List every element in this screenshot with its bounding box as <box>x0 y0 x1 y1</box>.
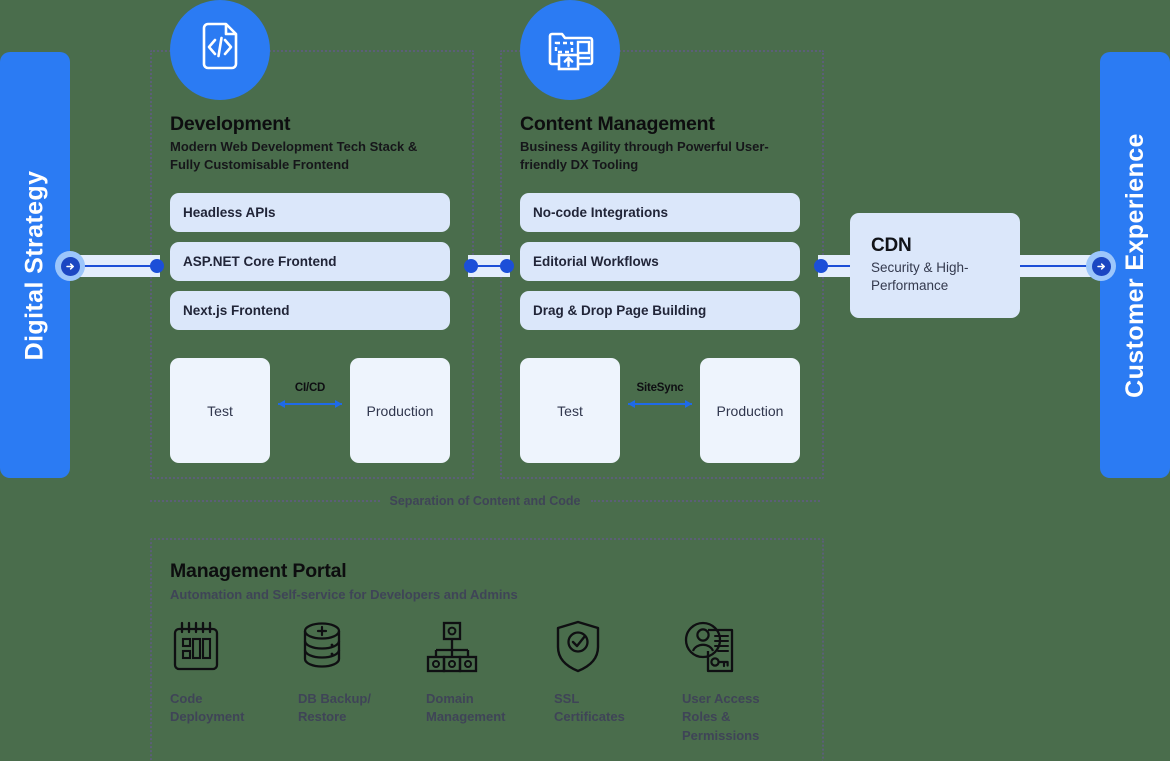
arrow-knob-left <box>55 251 85 281</box>
shield-check-icon <box>554 620 682 676</box>
portal-item-label: Code Deployment <box>170 691 245 725</box>
arrow-right-icon <box>1091 256 1111 276</box>
cdn-subtitle: Security & High-Performance <box>871 260 969 294</box>
feature-pill[interactable]: ASP.NET Core Frontend <box>170 242 450 281</box>
feature-pill[interactable]: Headless APIs <box>170 193 450 232</box>
cicd-arrow: CI/CD <box>270 382 350 426</box>
sitesync-arrow-label: SiteSync <box>636 382 684 394</box>
code-deployment-icon <box>170 620 298 676</box>
separation-line-left <box>150 500 380 502</box>
feature-pill[interactable]: Next.js Frontend <box>170 291 450 330</box>
cdn-card[interactable]: CDN Security & High-Performance <box>850 213 1020 318</box>
page-builder-icon <box>542 20 598 81</box>
separation-of-content-and-code: Separation of Content and Code <box>150 489 821 513</box>
arrow-right-icon <box>60 256 80 276</box>
cdn-title: CDN <box>871 235 912 256</box>
customer-experience-label: Customer Experience <box>1120 132 1149 398</box>
management-portal-items: Code Deployment DB Backup/ Restore Domai… <box>170 620 810 745</box>
cicd-arrow-label: CI/CD <box>294 382 326 394</box>
feature-pill[interactable]: No-code Integrations <box>520 193 800 232</box>
development-production-box[interactable]: Production <box>350 358 450 463</box>
sitesync-arrow: SiteSync <box>620 382 700 426</box>
management-portal-subtitle: Automation and Self-service for Develope… <box>170 587 518 602</box>
connector-endpoint-dot <box>814 259 828 273</box>
database-backup-icon <box>298 620 426 676</box>
development-title: Development <box>170 113 291 135</box>
portal-item-label: SSL Certificates <box>554 691 625 725</box>
content-production-box[interactable]: Production <box>700 358 800 463</box>
separation-label: Separation of Content and Code <box>389 494 581 508</box>
portal-item-ssl-certificates[interactable]: SSL Certificates <box>554 620 682 745</box>
content-management-title: Content Management <box>520 113 715 135</box>
connector-endpoint-dot <box>150 259 164 273</box>
portal-item-domain-management[interactable]: Domain Management <box>426 620 554 745</box>
connector-endpoint-dot <box>464 259 478 273</box>
feature-pill[interactable]: Editorial Workflows <box>520 242 800 281</box>
digital-strategy-label: Digital Strategy <box>20 170 49 360</box>
development-icon-circle <box>170 0 270 100</box>
feature-pill[interactable]: Drag & Drop Page Building <box>520 291 800 330</box>
portal-item-label: User Access Roles & Permissions <box>682 691 760 743</box>
separation-line-right <box>590 500 821 502</box>
user-access-key-icon <box>682 620 810 676</box>
content-management-subtitle: Business Agility through Powerful User-f… <box>520 139 769 172</box>
connector-development-to-content <box>464 255 514 277</box>
code-file-icon <box>191 19 249 82</box>
portal-item-user-access[interactable]: User Access Roles & Permissions <box>682 620 810 745</box>
portal-item-db-backup[interactable]: DB Backup/ Restore <box>298 620 426 745</box>
connector-endpoint-dot <box>500 259 514 273</box>
diagram-canvas: Separation of Content and Code Digital S… <box>0 0 1170 761</box>
portal-item-label: DB Backup/ Restore <box>298 691 371 725</box>
content-test-box[interactable]: Test <box>520 358 620 463</box>
development-subtitle: Modern Web Development Tech Stack & Full… <box>170 139 418 172</box>
management-portal-title: Management Portal <box>170 560 347 582</box>
portal-item-label: Domain Management <box>426 691 506 725</box>
portal-item-code-deployment[interactable]: Code Deployment <box>170 620 298 745</box>
arrow-knob-right <box>1086 251 1116 281</box>
development-test-box[interactable]: Test <box>170 358 270 463</box>
domain-hierarchy-icon <box>426 620 554 676</box>
content-management-icon-circle <box>520 0 620 100</box>
